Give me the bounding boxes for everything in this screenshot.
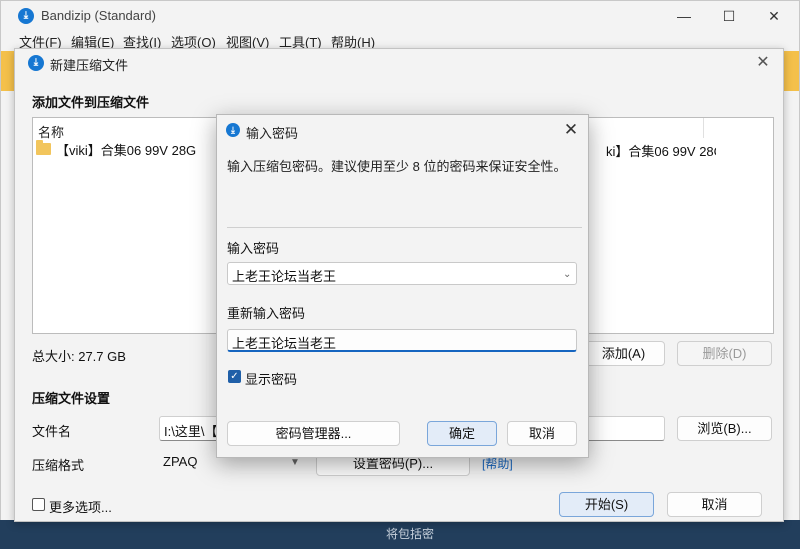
settings-heading: 压缩文件设置 — [32, 391, 111, 406]
chevron-down-icon[interactable]: ▼ — [290, 457, 300, 468]
password-input[interactable]: 上老王论坛当老王 — [227, 262, 577, 285]
format-label: 压缩格式 — [32, 458, 85, 473]
password-label: 输入密码 — [227, 241, 280, 256]
status-text: 将包括密 — [386, 527, 435, 541]
divider — [227, 227, 582, 228]
cancel-button[interactable]: 取消 — [507, 421, 577, 446]
file-name: 【viki】合集06 99V 28G — [56, 142, 197, 158]
filename-label: 文件名 — [32, 424, 72, 439]
password-manager-button[interactable]: 密码管理器... — [227, 421, 400, 446]
reenter-password-label: 重新输入密码 — [227, 306, 306, 321]
bandizip-logo-icon: ⤓ — [18, 8, 34, 24]
password-dialog-title: 输入密码 — [246, 126, 299, 141]
close-icon[interactable]: ✕ — [751, 52, 775, 74]
delete-button[interactable]: 删除(D) — [677, 341, 772, 366]
close-icon[interactable]: ✕ — [560, 119, 582, 141]
bandizip-logo-icon: ⤓ — [226, 123, 240, 137]
column-divider — [703, 118, 704, 138]
title-bar: ⤓ Bandizip (Standard) — ☐ ✕ — [1, 1, 799, 31]
more-options-checkbox[interactable] — [32, 498, 45, 511]
browse-button[interactable]: 浏览(B)... — [677, 416, 772, 441]
reenter-password-input[interactable]: 上老王论坛当老王 — [227, 329, 577, 352]
cancel-button[interactable]: 取消 — [667, 492, 762, 517]
window-title: Bandizip (Standard) — [41, 8, 156, 23]
password-dialog: ⤓ 输入密码 ✕ 输入压缩包密码。建议使用至少 8 位的密码来保证安全性。 输入… — [216, 114, 589, 458]
folder-icon — [36, 140, 51, 155]
minimize-icon[interactable]: — — [661, 1, 707, 31]
dialog-title: 新建压缩文件 — [50, 58, 129, 73]
ok-button[interactable]: 确定 — [427, 421, 497, 446]
total-size-label: 总大小: 27.7 GB — [32, 349, 126, 364]
show-password-label[interactable]: 显示密码 — [245, 369, 297, 388]
add-files-heading: 添加文件到压缩文件 — [32, 95, 150, 110]
column-header-name[interactable]: 名称 — [38, 122, 64, 141]
password-info-text: 输入压缩包密码。建议使用至少 8 位的密码来保证安全性。 — [227, 159, 567, 174]
bandizip-logo-icon: ⤓ — [28, 55, 44, 71]
start-button[interactable]: 开始(S) — [559, 492, 654, 517]
file-name-overflow: ki】合集06 99V 28G — [606, 144, 716, 159]
close-icon[interactable]: ✕ — [751, 1, 797, 31]
add-button[interactable]: 添加(A) — [582, 341, 665, 366]
more-options-label[interactable]: 更多选项... — [49, 497, 112, 516]
show-password-checkbox[interactable]: ✓ — [228, 370, 241, 383]
maximize-icon[interactable]: ☐ — [706, 1, 752, 31]
chevron-down-icon[interactable]: ⌄ — [563, 269, 571, 280]
list-item[interactable]: 【viki】合集06 99V 28G — [36, 140, 196, 158]
